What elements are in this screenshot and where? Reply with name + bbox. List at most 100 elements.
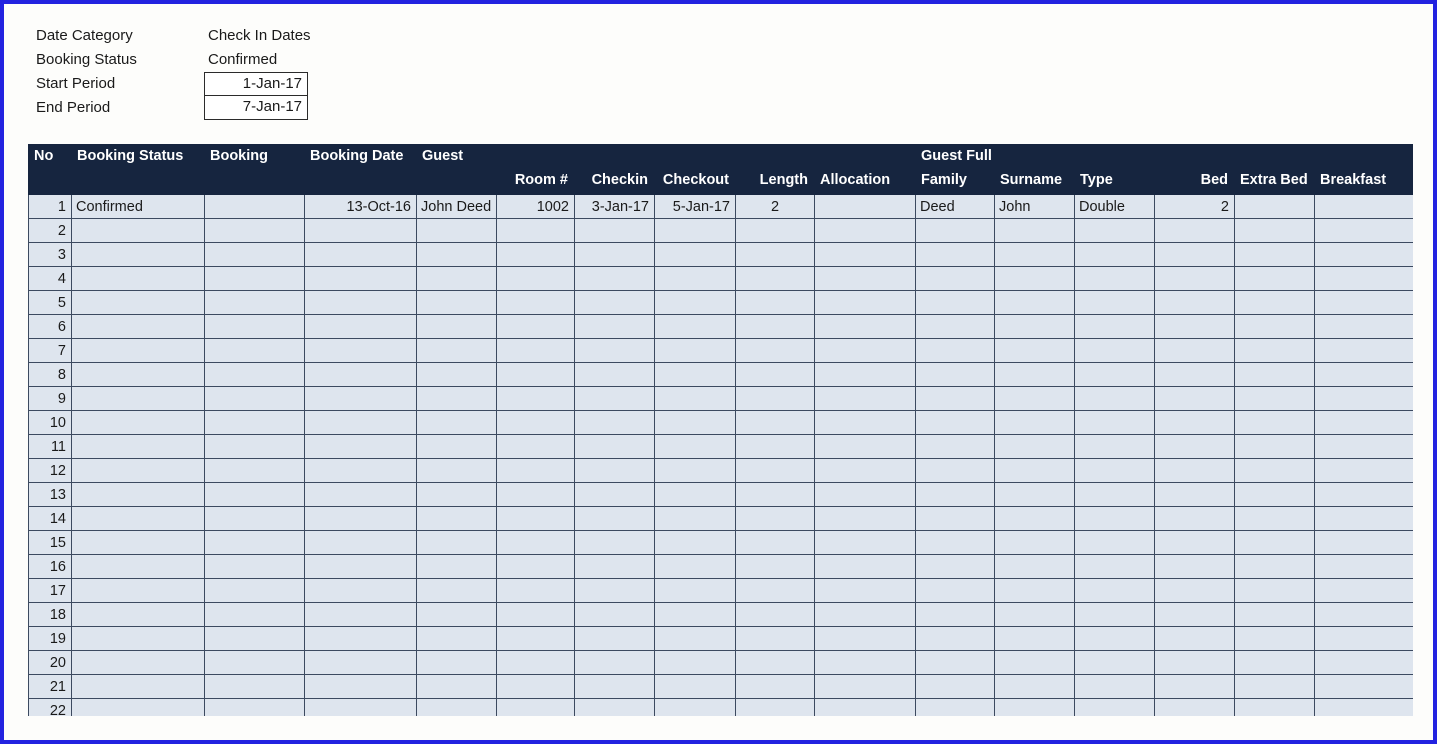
- table-cell-booking_date[interactable]: [304, 410, 417, 435]
- row-number-cell[interactable]: 16: [28, 554, 72, 579]
- table-cell-booking[interactable]: [204, 578, 305, 603]
- table-cell-extra_bed[interactable]: [1234, 290, 1315, 315]
- table-cell-booking_status[interactable]: [71, 338, 205, 363]
- table-cell-breakfast[interactable]: [1314, 578, 1413, 603]
- table-cell-checkin[interactable]: 3-Jan-17: [574, 194, 655, 219]
- table-cell-checkin[interactable]: [574, 434, 655, 459]
- table-cell-surname[interactable]: [994, 554, 1075, 579]
- table-cell-length[interactable]: [735, 698, 815, 716]
- row-number-cell[interactable]: 8: [28, 362, 72, 387]
- table-row[interactable]: 3: [28, 242, 1413, 267]
- table-cell-allocation[interactable]: [814, 602, 916, 627]
- table-cell-extra_bed[interactable]: [1234, 362, 1315, 387]
- table-cell-room[interactable]: [496, 674, 575, 699]
- table-cell-surname[interactable]: [994, 530, 1075, 555]
- table-cell-booking_status[interactable]: [71, 386, 205, 411]
- table-cell-type[interactable]: [1074, 482, 1155, 507]
- table-cell-guest[interactable]: [416, 218, 497, 243]
- table-cell-family[interactable]: [915, 218, 995, 243]
- table-cell-booking[interactable]: [204, 434, 305, 459]
- table-cell-booking_status[interactable]: [71, 458, 205, 483]
- table-cell-booking_date[interactable]: [304, 314, 417, 339]
- table-cell-checkout[interactable]: [654, 602, 736, 627]
- table-cell-room[interactable]: [496, 530, 575, 555]
- table-cell-checkout[interactable]: [654, 650, 736, 675]
- table-cell-extra_bed[interactable]: [1234, 698, 1315, 716]
- row-number-cell[interactable]: 6: [28, 314, 72, 339]
- table-cell-family[interactable]: [915, 386, 995, 411]
- row-number-cell[interactable]: 11: [28, 434, 72, 459]
- table-cell-breakfast[interactable]: [1314, 266, 1413, 291]
- table-cell-guest[interactable]: [416, 290, 497, 315]
- table-cell-bed[interactable]: [1154, 506, 1235, 531]
- table-cell-bed[interactable]: [1154, 650, 1235, 675]
- table-cell-checkin[interactable]: [574, 602, 655, 627]
- table-cell-surname[interactable]: [994, 410, 1075, 435]
- table-cell-room[interactable]: [496, 698, 575, 716]
- table-cell-checkout[interactable]: [654, 458, 736, 483]
- table-cell-breakfast[interactable]: [1314, 386, 1413, 411]
- table-cell-checkout[interactable]: [654, 410, 736, 435]
- table-cell-extra_bed[interactable]: [1234, 458, 1315, 483]
- table-cell-booking_status[interactable]: [71, 314, 205, 339]
- table-cell-family[interactable]: [915, 530, 995, 555]
- table-cell-booking_status[interactable]: Confirmed: [71, 194, 205, 219]
- table-cell-checkin[interactable]: [574, 506, 655, 531]
- table-cell-type[interactable]: [1074, 410, 1155, 435]
- row-number-cell[interactable]: 18: [28, 602, 72, 627]
- table-cell-surname[interactable]: [994, 626, 1075, 651]
- table-cell-booking[interactable]: [204, 458, 305, 483]
- table-cell-checkin[interactable]: [574, 386, 655, 411]
- table-cell-family[interactable]: [915, 482, 995, 507]
- table-cell-type[interactable]: [1074, 338, 1155, 363]
- table-cell-room[interactable]: [496, 602, 575, 627]
- table-cell-booking_date[interactable]: [304, 290, 417, 315]
- table-cell-booking[interactable]: [204, 338, 305, 363]
- table-cell-family[interactable]: [915, 578, 995, 603]
- table-cell-checkin[interactable]: [574, 290, 655, 315]
- table-cell-booking_date[interactable]: [304, 482, 417, 507]
- table-cell-room[interactable]: [496, 554, 575, 579]
- table-cell-guest[interactable]: [416, 410, 497, 435]
- table-cell-checkin[interactable]: [574, 338, 655, 363]
- table-row[interactable]: 10: [28, 410, 1413, 435]
- table-cell-breakfast[interactable]: [1314, 242, 1413, 267]
- table-cell-room[interactable]: [496, 482, 575, 507]
- table-cell-guest[interactable]: [416, 698, 497, 716]
- table-cell-breakfast[interactable]: [1314, 194, 1413, 219]
- table-cell-length[interactable]: [735, 314, 815, 339]
- table-cell-bed[interactable]: [1154, 338, 1235, 363]
- table-cell-room[interactable]: [496, 314, 575, 339]
- table-row[interactable]: 13: [28, 482, 1413, 507]
- table-cell-room[interactable]: [496, 338, 575, 363]
- table-cell-bed[interactable]: [1154, 698, 1235, 716]
- table-cell-family[interactable]: [915, 266, 995, 291]
- table-cell-booking_status[interactable]: [71, 674, 205, 699]
- table-cell-guest[interactable]: [416, 674, 497, 699]
- table-cell-family[interactable]: [915, 650, 995, 675]
- table-cell-length[interactable]: 2: [735, 194, 815, 219]
- table-cell-type[interactable]: [1074, 650, 1155, 675]
- table-cell-booking[interactable]: [204, 218, 305, 243]
- table-cell-surname[interactable]: [994, 506, 1075, 531]
- table-cell-checkout[interactable]: [654, 362, 736, 387]
- table-cell-length[interactable]: [735, 650, 815, 675]
- row-number-cell[interactable]: 9: [28, 386, 72, 411]
- table-cell-booking_status[interactable]: [71, 266, 205, 291]
- table-cell-checkout[interactable]: [654, 386, 736, 411]
- column-header[interactable]: Guest: [416, 144, 497, 195]
- table-cell-allocation[interactable]: [814, 266, 916, 291]
- table-cell-booking_date[interactable]: [304, 650, 417, 675]
- table-cell-bed[interactable]: [1154, 530, 1235, 555]
- table-cell-checkout[interactable]: [654, 554, 736, 579]
- row-number-cell[interactable]: 2: [28, 218, 72, 243]
- table-cell-guest[interactable]: [416, 242, 497, 267]
- table-cell-type[interactable]: [1074, 674, 1155, 699]
- table-cell-bed[interactable]: [1154, 266, 1235, 291]
- table-cell-surname[interactable]: [994, 650, 1075, 675]
- table-cell-booking_date[interactable]: [304, 626, 417, 651]
- table-cell-booking_status[interactable]: [71, 626, 205, 651]
- table-cell-family[interactable]: [915, 506, 995, 531]
- table-cell-bed[interactable]: [1154, 242, 1235, 267]
- row-number-cell[interactable]: 3: [28, 242, 72, 267]
